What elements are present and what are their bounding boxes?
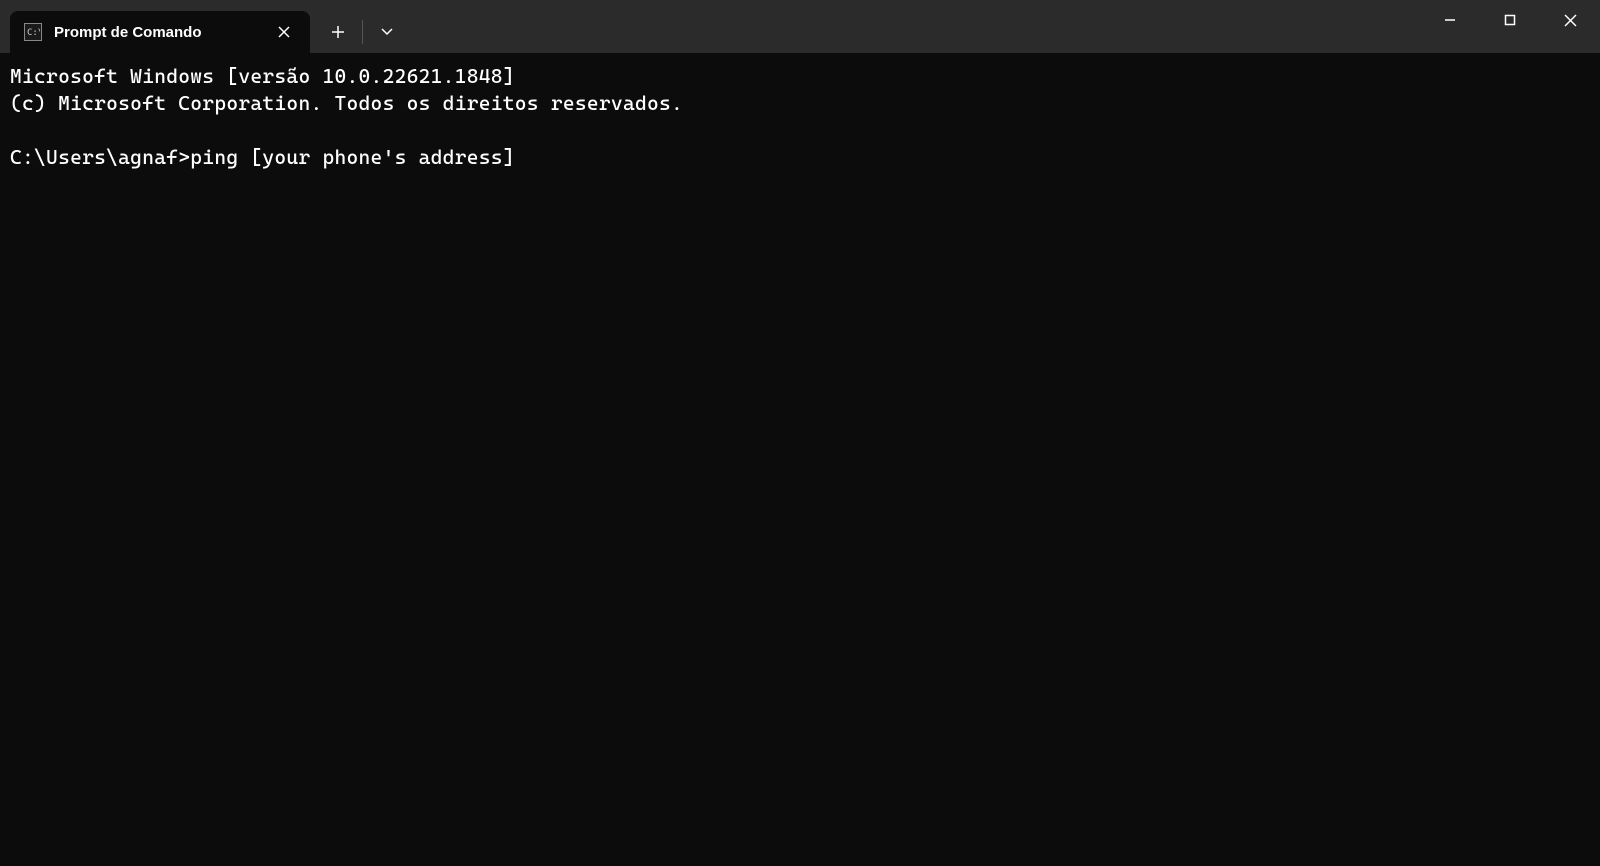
maximize-button[interactable] bbox=[1480, 0, 1540, 40]
tab-dropdown-button[interactable] bbox=[367, 12, 407, 52]
window-controls bbox=[1420, 0, 1600, 40]
maximize-icon bbox=[1504, 14, 1516, 26]
close-window-button[interactable] bbox=[1540, 0, 1600, 40]
chevron-down-icon bbox=[381, 28, 393, 36]
active-tab[interactable]: C:\ Prompt de Comando bbox=[10, 11, 310, 53]
tab-title: Prompt de Comando bbox=[54, 24, 252, 41]
terminal-line: Microsoft Windows [versão 10.0.22621.184… bbox=[10, 64, 515, 88]
cmd-icon: C:\ bbox=[24, 23, 42, 41]
close-icon bbox=[1564, 14, 1577, 27]
terminal-output[interactable]: Microsoft Windows [versão 10.0.22621.184… bbox=[0, 53, 1600, 181]
terminal-command: ping [your phone's address] bbox=[190, 145, 515, 169]
close-icon bbox=[278, 26, 290, 38]
plus-icon bbox=[331, 25, 345, 39]
minimize-icon bbox=[1444, 14, 1456, 26]
titlebar: C:\ Prompt de Comando bbox=[0, 0, 1600, 53]
tab-actions bbox=[318, 11, 407, 53]
divider bbox=[362, 20, 363, 44]
terminal-prompt: C:\Users\agnaf> bbox=[10, 145, 190, 169]
new-tab-button[interactable] bbox=[318, 12, 358, 52]
minimize-button[interactable] bbox=[1420, 0, 1480, 40]
close-tab-button[interactable] bbox=[272, 20, 296, 44]
terminal-line: (c) Microsoft Corporation. Todos os dire… bbox=[10, 91, 683, 115]
svg-text:C:\: C:\ bbox=[27, 28, 40, 37]
